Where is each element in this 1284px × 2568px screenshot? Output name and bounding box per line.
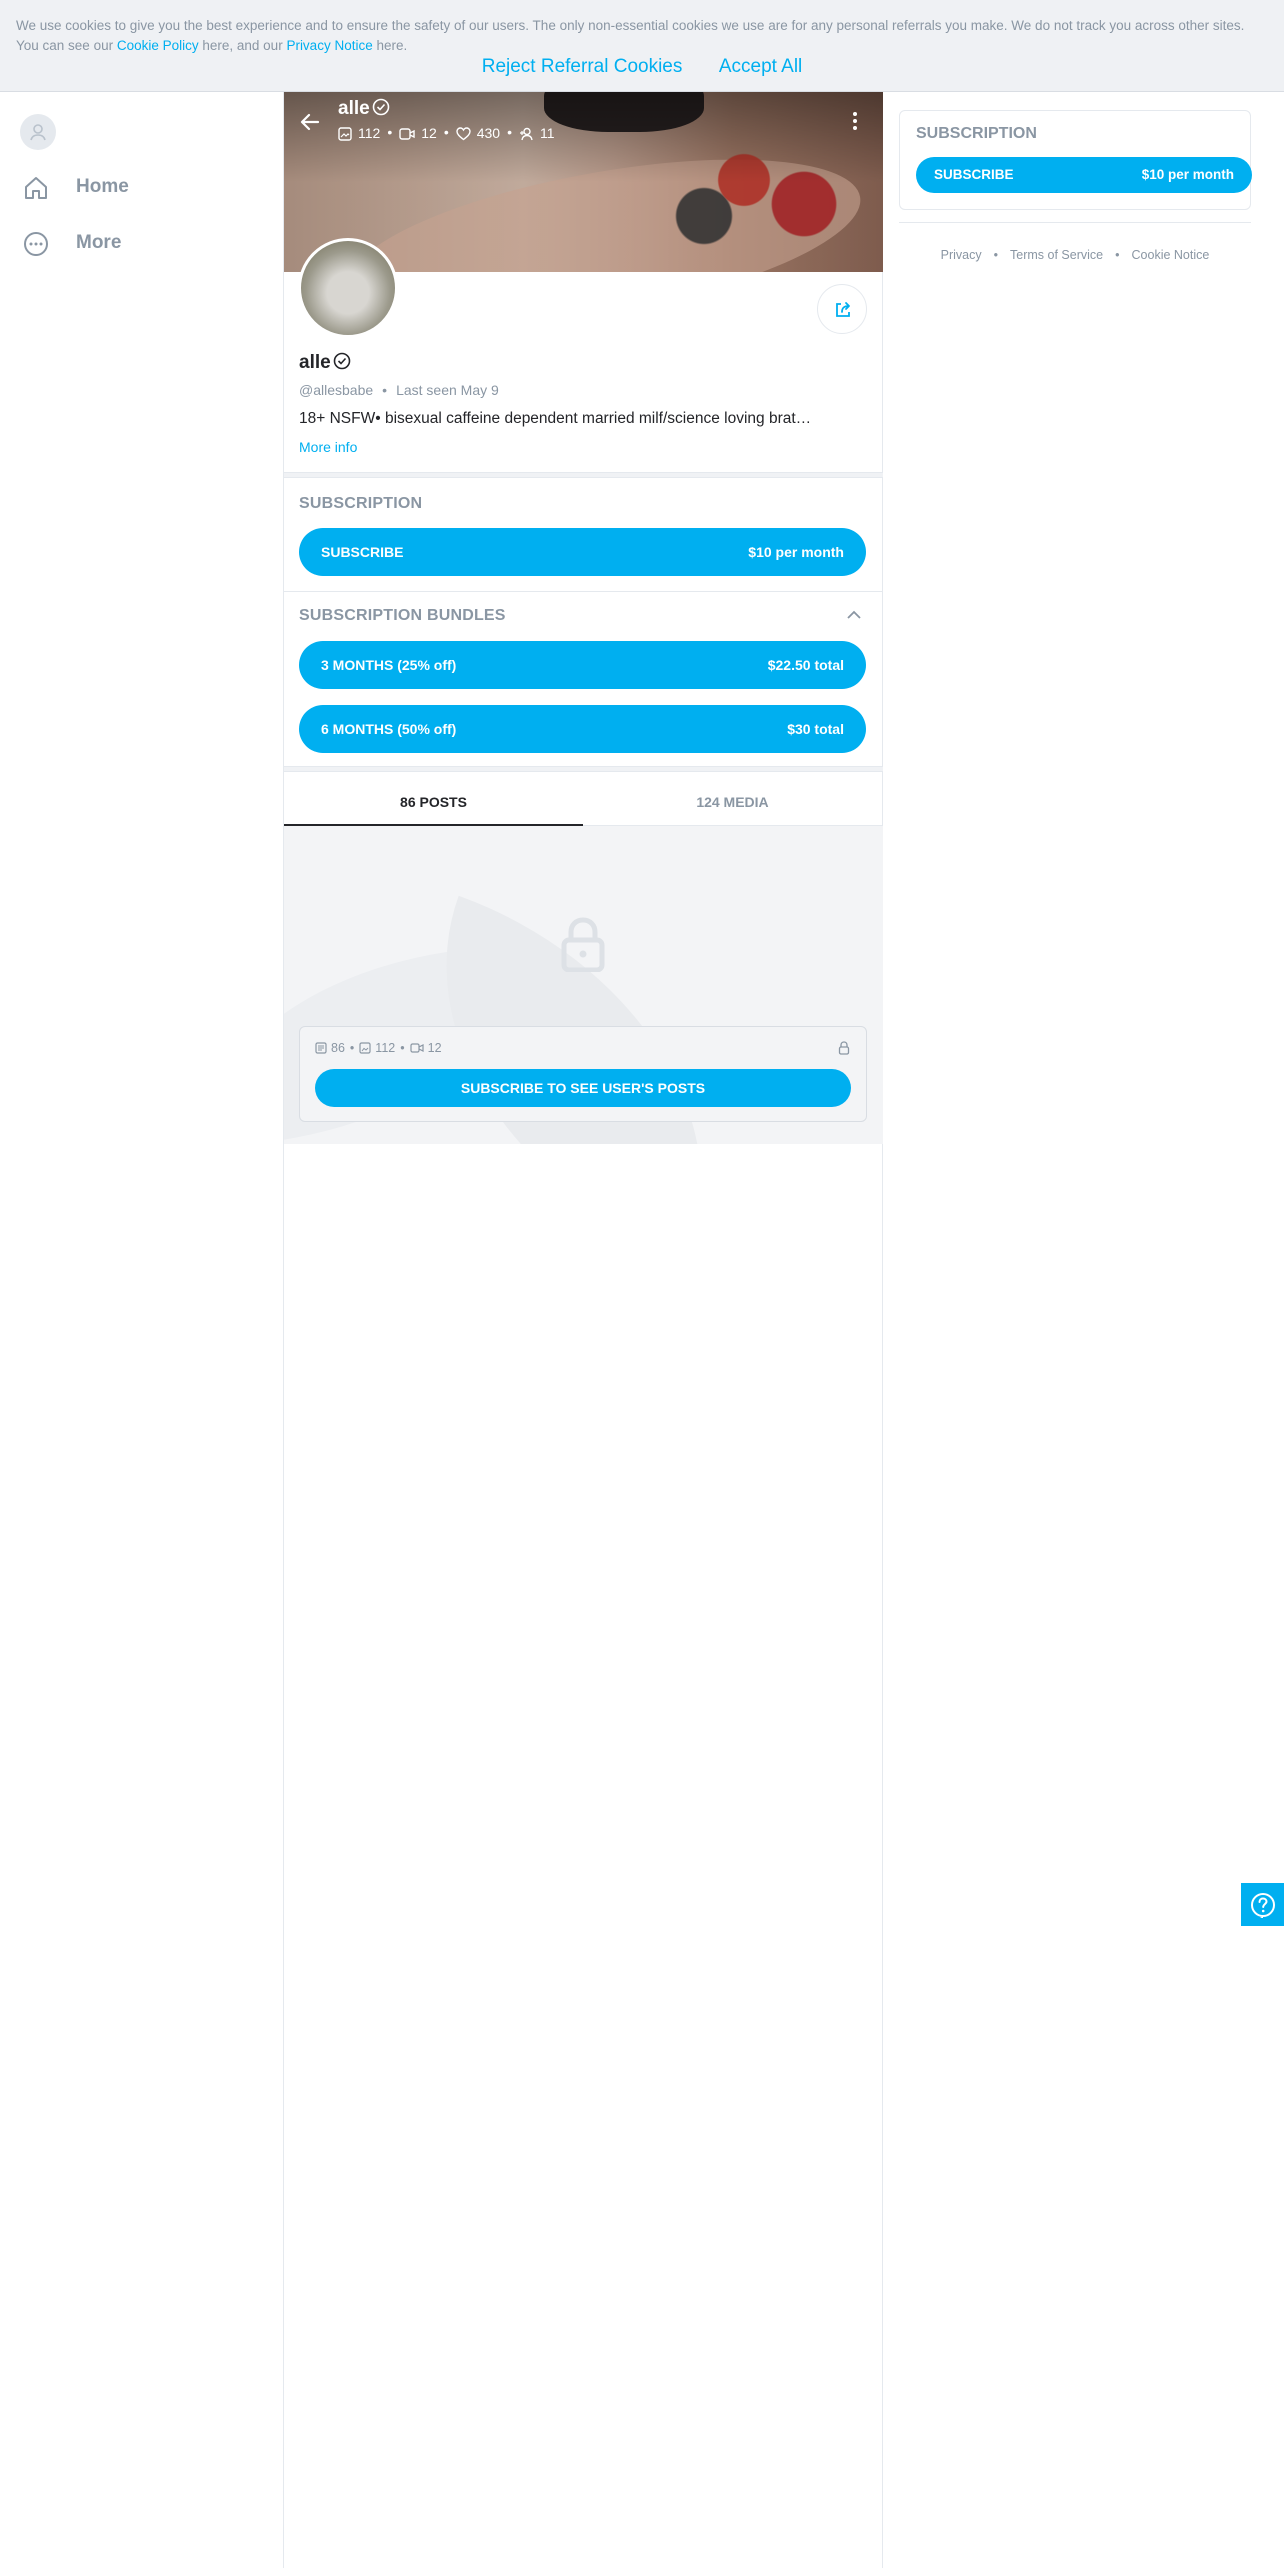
profile-meta: @allesbabe • Last seen May 9	[299, 382, 499, 398]
profile-tabs: 86 POSTS 124 MEDIA	[284, 778, 883, 826]
share-icon	[836, 302, 850, 317]
photos-stat: 112	[338, 125, 380, 141]
terms-of-service-link[interactable]: Terms of Service	[1010, 248, 1103, 262]
bundle-label: 3 MONTHS (25% off)	[321, 657, 457, 673]
cookie-policy-link[interactable]: Cookie Policy	[117, 38, 199, 53]
profile-main: alle 112 • 12 • 430 • 11 alle @allesbabe • Last …	[283, 92, 883, 2568]
subscribe-price: $10 per month	[1141, 167, 1234, 182]
subscribe-label: SUBSCRIBE	[321, 544, 404, 560]
profile-name: alle	[299, 352, 351, 374]
more-options-icon[interactable]	[852, 110, 858, 132]
sidebar-item-label: More	[76, 232, 122, 253]
sidebar-item-more[interactable]: More	[22, 224, 272, 264]
subscription-card-title: SUBSCRIPTION	[916, 125, 1037, 142]
video-icon	[399, 128, 415, 140]
profile-bio: 18+ NSFW• bisexual caffeine dependent ma…	[299, 410, 812, 427]
cookie-text-3: here.	[372, 38, 408, 53]
subscribers-count: 11	[539, 125, 555, 142]
likes-stat: 430	[456, 125, 500, 141]
locked-posts-count: 86	[331, 1041, 345, 1055]
posts-icon	[315, 1042, 327, 1054]
more-info-link[interactable]: More info	[299, 439, 357, 455]
back-arrow-icon[interactable]	[298, 110, 322, 134]
videos-stat: 12	[399, 125, 437, 141]
video-icon	[410, 1043, 424, 1053]
subscription-card: SUBSCRIPTION SUBSCRIBE $10 per month	[899, 110, 1252, 210]
last-seen: Last seen May 9	[396, 382, 499, 398]
cookie-banner-text: We use cookies to give you the best expe…	[16, 16, 1266, 56]
lock-icon	[561, 917, 605, 972]
subscription-title: SUBSCRIPTION	[299, 495, 423, 512]
profile-name-text: alle	[299, 352, 331, 373]
cover-display-name: alle	[338, 98, 390, 120]
username: @allesbabe	[299, 382, 374, 398]
section-divider	[284, 591, 883, 592]
subscribers-stat: 11	[519, 125, 555, 141]
bundle-price: $30 total	[787, 721, 844, 737]
sidebar-item-home[interactable]: Home	[22, 168, 272, 208]
footer-links: Privacy • Terms of Service • Cookie Notice	[940, 248, 1210, 262]
sidebar-divider	[899, 222, 1251, 223]
locked-stats: 86 • 112 • 12	[315, 1041, 442, 1055]
chevron-up-icon[interactable]	[846, 610, 862, 620]
share-button[interactable]	[817, 284, 867, 334]
bundle-3-months-button[interactable]: 3 MONTHS (25% off) $22.50 total	[299, 641, 866, 689]
verified-icon	[333, 352, 351, 370]
videos-count: 12	[421, 125, 437, 142]
bundle-price: $22.50 total	[767, 657, 844, 673]
locked-photos-count: 112	[375, 1041, 396, 1055]
fans-icon	[519, 128, 533, 141]
user-icon	[30, 124, 46, 141]
lock-small-icon	[838, 1041, 850, 1055]
accept-all-cookies-button[interactable]: Accept All	[719, 52, 802, 82]
page-root: We use cookies to give you the best expe…	[0, 0, 1284, 2568]
subscribe-button[interactable]: SUBSCRIBE $10 per month	[299, 528, 866, 576]
subscribe-label: SUBSCRIBE	[934, 167, 1014, 182]
cover-stats: 112 • 12 • 430 • 11	[338, 124, 555, 144]
verified-icon	[372, 98, 390, 116]
cookie-notice-link[interactable]: Cookie Notice	[1132, 248, 1210, 262]
image-icon	[359, 1042, 371, 1054]
cookie-buttons: Reject Referral Cookies Accept All	[0, 52, 1284, 82]
cover-name-text: alle	[338, 98, 370, 119]
bundle-label: 6 MONTHS (50% off)	[321, 721, 457, 737]
locked-posts-area: 86 • 112 • 12 SUBSCRIBE TO SEE USER'S POSTS	[284, 826, 883, 1144]
locked-content-card: 86 • 112 • 12 SUBSCRIBE TO SEE USER'S POSTS	[299, 1026, 867, 1122]
locked-videos-count: 12	[427, 1041, 442, 1055]
more-icon	[24, 232, 48, 256]
right-sidebar: SUBSCRIPTION SUBSCRIBE $10 per month Priv…	[883, 92, 1284, 892]
photos-count: 112	[358, 125, 381, 142]
left-sidebar: Home More	[0, 92, 283, 2568]
section-divider	[284, 472, 883, 478]
tab-media[interactable]: 124 MEDIA	[583, 778, 882, 826]
cookie-text-2: here, and our	[198, 38, 287, 53]
section-divider	[284, 766, 883, 772]
reject-referral-cookies-button[interactable]: Reject Referral Cookies	[482, 52, 683, 82]
bundle-6-months-button[interactable]: 6 MONTHS (50% off) $30 total	[299, 705, 866, 753]
subscribe-price: $10 per month	[748, 544, 844, 560]
help-button[interactable]	[1241, 1883, 1284, 1926]
heart-icon	[456, 127, 471, 141]
profile-avatar[interactable]	[298, 238, 398, 338]
bundles-title: SUBSCRIPTION BUNDLES	[299, 607, 506, 624]
sidebar-item-label: Home	[76, 176, 129, 197]
privacy-notice-link[interactable]: Privacy Notice	[286, 38, 372, 53]
cookie-banner: We use cookies to give you the best expe…	[0, 0, 1284, 92]
help-icon	[1251, 1893, 1275, 1918]
subscribe-to-see-posts-button[interactable]: SUBSCRIBE TO SEE USER'S POSTS	[315, 1069, 851, 1107]
tab-posts[interactable]: 86 POSTS	[284, 778, 583, 826]
sidebar-subscribe-button[interactable]: SUBSCRIBE $10 per month	[916, 157, 1252, 193]
home-icon	[25, 177, 47, 199]
user-avatar[interactable]	[20, 114, 56, 150]
privacy-link[interactable]: Privacy	[941, 248, 982, 262]
likes-count: 430	[476, 125, 501, 142]
image-icon	[338, 127, 352, 141]
